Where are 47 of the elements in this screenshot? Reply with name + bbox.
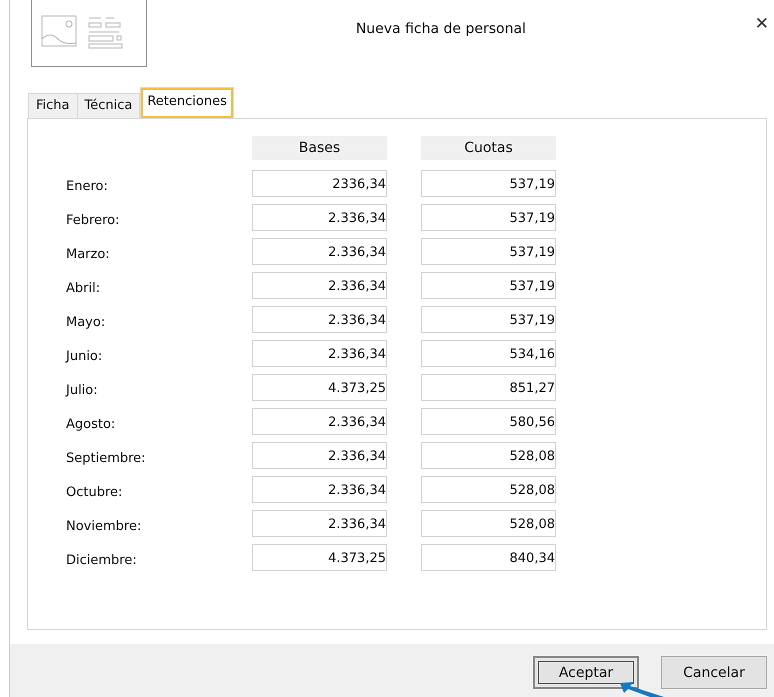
month-label: Noviembre: [65,518,142,534]
base-field[interactable]: 2.336,34 [252,272,387,299]
cuota-field[interactable]: 537,19 [421,272,556,299]
month-label: Julio: [64,382,99,398]
base-field[interactable]: 2.336,34 [252,306,387,333]
month-label: Octubre: [65,484,124,500]
cuota-field[interactable]: 851,27 [421,374,556,401]
card-placeholder-icon [31,0,147,67]
base-field[interactable]: 2.336,34 [252,442,387,469]
cuota-field[interactable]: 537,19 [421,204,556,231]
cuota-field[interactable]: 537,19 [421,170,556,197]
cuota-field[interactable]: 840,34 [421,544,556,571]
dialog-button[interactable]: Cancelar [661,656,767,689]
month-label: Junio: [64,348,104,364]
cuota-field[interactable]: 580,56 [421,408,556,435]
cuota-field[interactable]: 528,08 [421,442,556,469]
base-field[interactable]: 2.336,34 [252,204,387,231]
base-field[interactable]: 4.373,25 [252,374,387,401]
base-field[interactable]: 2.336,34 [252,476,387,503]
cuota-field[interactable]: 534,16 [421,340,556,367]
dialog-button[interactable]: Aceptar [533,656,639,689]
month-label: Septiembre: [65,450,147,466]
base-field[interactable]: 2.336,34 [252,408,387,435]
column-header: Cuotas [421,136,556,160]
tab[interactable]: Retenciones [140,87,234,118]
pointer-arrow-drawing [620,681,664,697]
cuota-field[interactable]: 537,19 [421,306,556,333]
base-field[interactable]: 4.373,25 [252,544,387,571]
cuota-field[interactable]: 528,08 [421,476,556,503]
month-label: Marzo: [65,246,111,262]
base-field[interactable]: 2.336,34 [252,510,387,537]
month-label: Enero: [65,178,109,194]
month-label: Diciembre: [65,552,138,568]
tab[interactable]: Técnica [78,93,140,118]
month-label: Mayo: [65,314,106,330]
month-label: Febrero: [65,212,120,228]
month-label: Agosto: [65,416,116,432]
cuota-field[interactable]: 537,19 [421,238,556,265]
month-label: Abril: [65,280,102,296]
base-field[interactable]: 2.336,34 [252,238,387,265]
tab[interactable]: Ficha [28,93,78,118]
base-field[interactable]: 2.336,34 [252,340,387,367]
window-title: Nueva ficha de personal [354,21,527,37]
column-header: Bases [252,136,387,160]
base-field[interactable]: 2336,34 [252,170,387,197]
close-button[interactable]: ✕ [754,14,769,34]
cuota-field[interactable]: 528,08 [421,510,556,537]
